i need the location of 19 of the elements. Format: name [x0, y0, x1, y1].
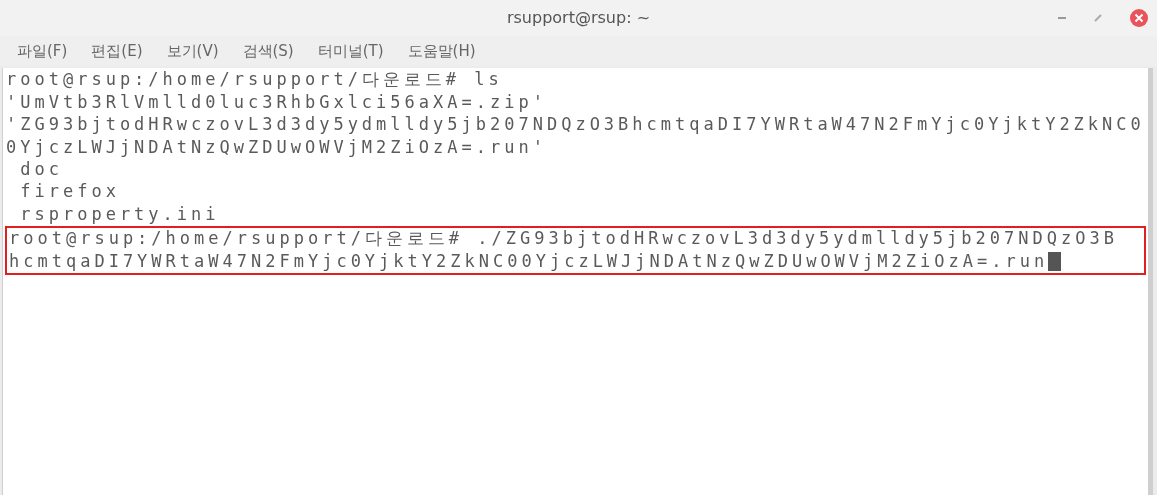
terminal-line: 'UmVtb3RlVmlld0luc3RhbGxlci56aXA=.zip' — [6, 90, 547, 114]
terminal-line: hcmtqaDI7YWRtaW47N2FmYjc0YjktY2ZkNC00YjczLWJjNDAtNzQwZDUwOWVjM2ZiOzA=.run — [9, 249, 1049, 273]
close-icon[interactable] — [1129, 8, 1149, 28]
terminal-line: rsproperty.ini — [19, 202, 220, 226]
minimize-icon[interactable] — [1057, 16, 1067, 20]
menu-item[interactable]: 터미널(T) — [317, 39, 384, 63]
terminal-line: 'ZG93bjtodHRwczovL3d3dy5ydmlldy5jb207NDQzO3BhcmtqaDI7YWRtaW47N2FmYjc0YjktY2ZkNC0 — [6, 113, 1145, 137]
maximize-icon[interactable] — [1093, 13, 1103, 23]
terminal-line: doc — [19, 158, 63, 181]
window-title: rsupport@rsup: ~ — [506, 7, 651, 29]
menu-item[interactable]: 파일(F) — [17, 39, 68, 63]
menu-item[interactable]: 보기(V) — [166, 39, 219, 63]
terminal-line: root@rsup:/home/rsupport/다운로드# ./ZG93bjtodHRwczovL3d3dy5ydmlldy5jb207NDQzO3B — [9, 227, 1118, 251]
menu-item[interactable]: 편집(E) — [91, 39, 143, 63]
menu-item[interactable]: 도움말(H) — [407, 39, 476, 63]
menu-item[interactable]: 검색(S) — [242, 39, 294, 63]
terminal-line: firefox — [19, 180, 120, 204]
terminal-line: 0YjczLWJjNDAtNzQwZDUwOWVjM2ZiOzA=.run' — [6, 135, 547, 159]
terminal-line: root@rsup:/home/rsupport/다운로드# ls — [6, 68, 503, 92]
